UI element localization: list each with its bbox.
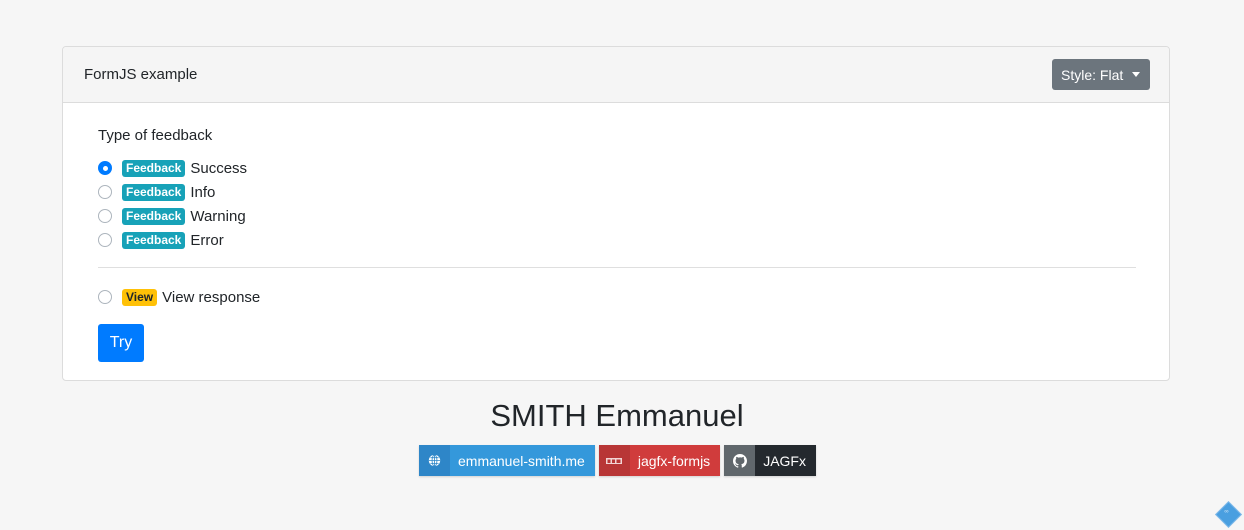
github-link[interactable]: JAGFx bbox=[724, 445, 816, 476]
radio-label: View response bbox=[162, 288, 261, 306]
caret-down-icon bbox=[1132, 72, 1140, 77]
feedback-type-label: Type of feedback bbox=[98, 127, 213, 144]
radio-label: Warning bbox=[190, 207, 246, 225]
npm-icon bbox=[598, 445, 630, 476]
radio-label: Error bbox=[190, 231, 224, 249]
style-dropdown-label: Style: Flat bbox=[1061, 67, 1124, 83]
link-label: jagfx-formjs bbox=[637, 452, 711, 469]
radio-option-info[interactable]: Feedback Info bbox=[98, 182, 215, 202]
formjs-card: FormJS example Style: Flat Type of feedb… bbox=[62, 46, 1170, 381]
radio-option-view-response[interactable]: View View response bbox=[98, 287, 260, 307]
radio-option-success[interactable]: Feedback Success bbox=[98, 158, 247, 178]
feedback-badge: Feedback bbox=[122, 207, 186, 225]
radio-button[interactable] bbox=[98, 233, 112, 247]
github-icon bbox=[724, 445, 756, 476]
link-icon[interactable]: ∞ bbox=[1215, 501, 1242, 528]
link-label: emmanuel-smith.me bbox=[458, 452, 585, 469]
radio-label: Info bbox=[190, 183, 216, 201]
radio-button[interactable] bbox=[98, 161, 112, 175]
radio-button[interactable] bbox=[98, 209, 112, 223]
radio-option-error[interactable]: Feedback Error bbox=[98, 230, 224, 250]
feedback-badge: Feedback bbox=[122, 159, 186, 177]
radio-button[interactable] bbox=[98, 290, 112, 304]
card-header: FormJS example Style: Flat bbox=[63, 47, 1169, 103]
globe-icon bbox=[419, 445, 450, 476]
radio-button[interactable] bbox=[98, 185, 112, 199]
view-badge: View bbox=[122, 288, 158, 306]
style-dropdown-button[interactable]: Style: Flat bbox=[1052, 59, 1150, 90]
npm-link[interactable]: jagfx-formjs bbox=[598, 445, 721, 476]
website-link[interactable]: emmanuel-smith.me bbox=[419, 445, 595, 476]
card-title: FormJS example bbox=[84, 66, 198, 83]
radio-label: Success bbox=[190, 159, 248, 177]
link-label: JAGFx bbox=[763, 452, 806, 469]
author-name: SMITH Emmanuel bbox=[490, 398, 744, 433]
try-button[interactable]: Try bbox=[98, 324, 144, 362]
radio-option-warning[interactable]: Feedback Warning bbox=[98, 206, 246, 226]
divider bbox=[98, 267, 1136, 268]
feedback-badge: Feedback bbox=[122, 231, 186, 249]
footer-links: emmanuel-smith.me jagfx-formjs JAGFx bbox=[419, 445, 816, 476]
feedback-badge: Feedback bbox=[122, 183, 186, 201]
